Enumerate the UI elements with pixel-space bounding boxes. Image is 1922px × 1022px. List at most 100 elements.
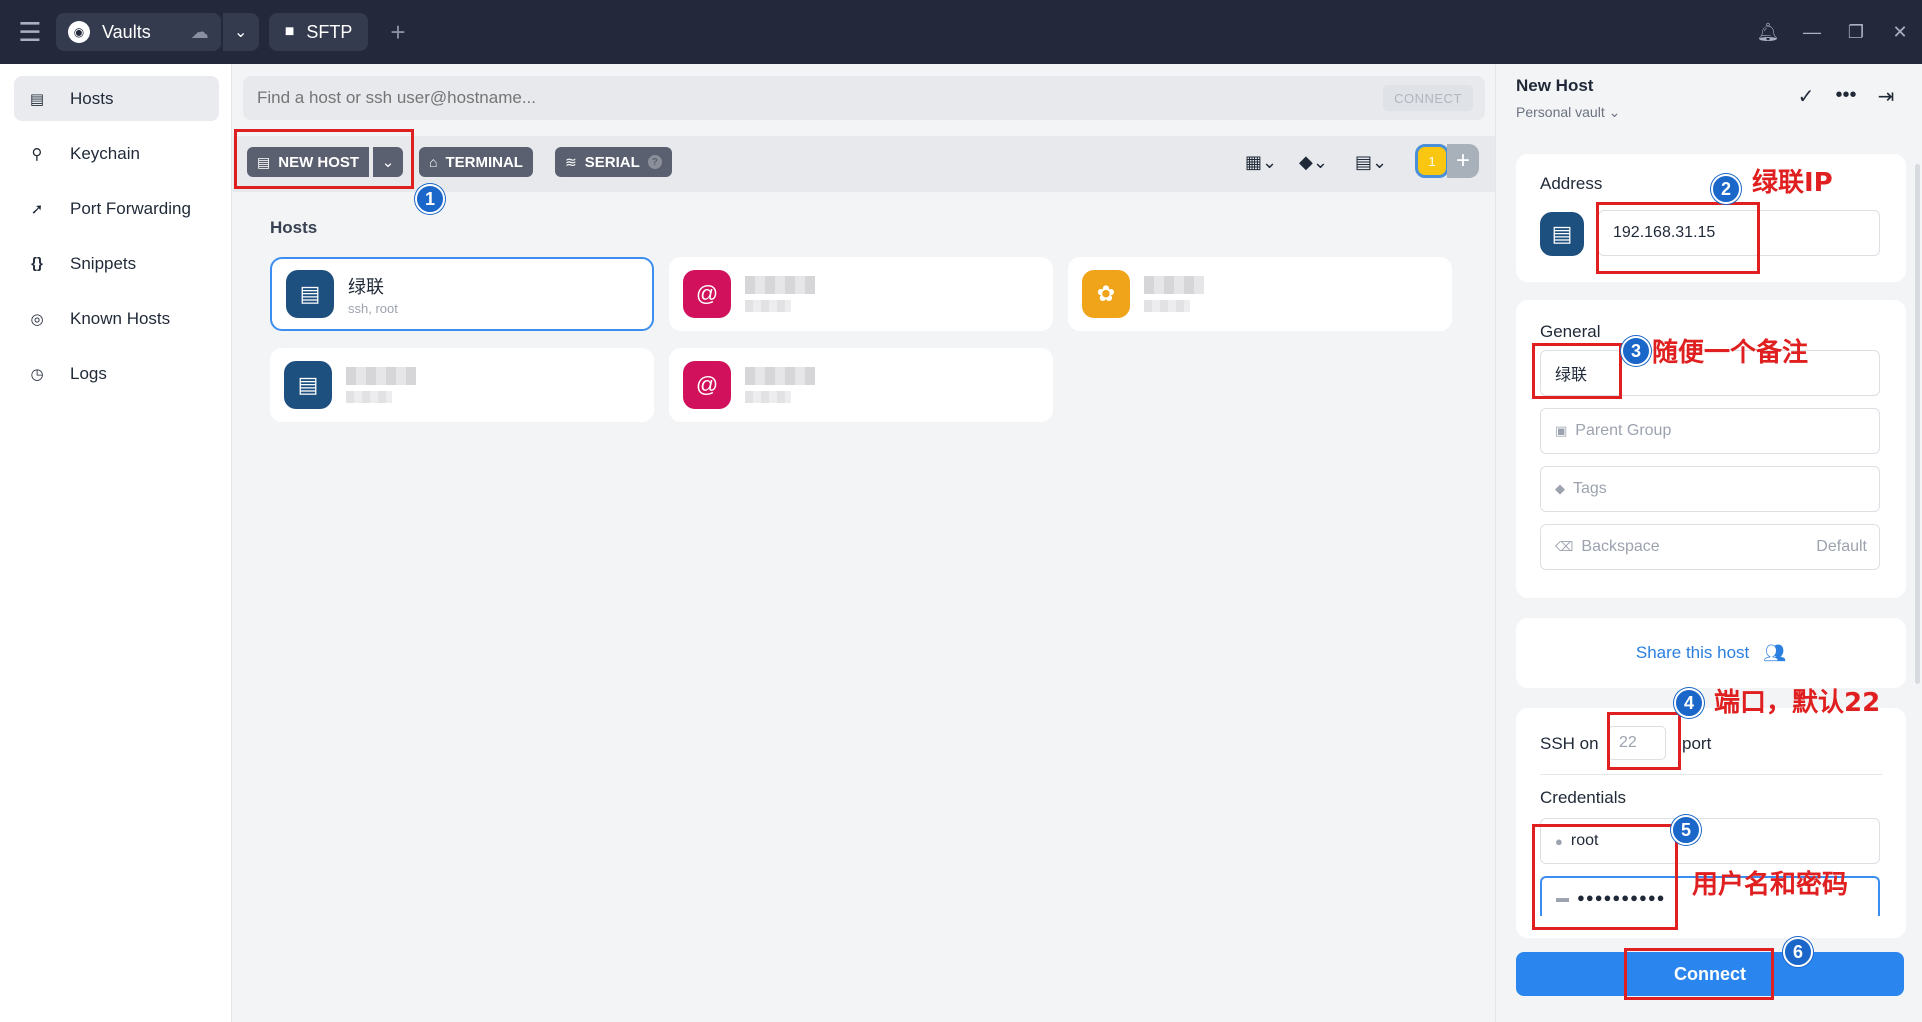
cloud-icon: ☁ [190, 21, 209, 42]
new-host-dropdown-chevron-icon[interactable]: ⌄ [373, 147, 403, 177]
address-input[interactable]: 192.168.31.15 [1598, 210, 1880, 256]
panel-scrollbar[interactable] [1915, 164, 1920, 684]
blurred-host-subtitle [1144, 300, 1190, 312]
hosts-icon: ▤ [29, 90, 45, 108]
sidebar-item-logs[interactable]: ◷ Logs [14, 351, 219, 396]
title-bar: ☰ ◉ Vaults ☁ ⌄ ■ SFTP + 🔔︎ — ❐ ✕ [0, 0, 1922, 64]
annotation-number: 5 [1671, 815, 1701, 845]
sidebar-item-keychain[interactable]: ⚲ Keychain [14, 131, 219, 176]
grid-view-icon[interactable]: ▦⌄ [1245, 152, 1277, 173]
restore-icon[interactable]: ❐ [1834, 22, 1878, 43]
tag-icon: ◆ [1555, 481, 1565, 496]
annotation-number: 1 [415, 184, 445, 214]
address-card: Address ▤ 192.168.31.15 [1516, 154, 1906, 282]
help-icon: ? [647, 155, 662, 169]
sidebar-item-port-forwarding[interactable]: ➚ Port Forwarding [14, 186, 219, 231]
new-host-button[interactable]: ▤ NEW HOST [247, 147, 370, 177]
backspace-select[interactable]: ⌫ Backspace Default [1540, 524, 1880, 570]
blurred-host-name [745, 276, 815, 294]
connect-button[interactable]: Connect [1516, 952, 1904, 996]
add-tab-icon[interactable]: + [390, 17, 405, 48]
share-host-button[interactable]: Share this host 👥︎ [1516, 618, 1906, 688]
blurred-host-subtitle [745, 300, 791, 312]
sidebar-item-label: Port Forwarding [70, 198, 191, 218]
collapse-panel-icon[interactable]: ⇥ [1866, 84, 1906, 109]
sftp-tab-label: SFTP [306, 21, 353, 42]
annotation-text: 随便一个备注 [1652, 338, 1809, 368]
sidebar-item-known-hosts[interactable]: ◎ Known Hosts [14, 296, 219, 341]
vault-selector[interactable]: Personal vault ⌄ [1516, 104, 1620, 121]
parent-group-placeholder: Parent Group [1575, 422, 1672, 439]
hosts-toolbar: ▤ NEW HOST ⌄ ⌂ TERMINAL ≋ SERIAL ? ▦⌄ ◆⌄… [233, 136, 1495, 192]
add-member-icon[interactable]: + [1447, 144, 1479, 178]
vaults-dropdown-chevron-icon[interactable]: ⌄ [222, 13, 259, 51]
clock-icon: ◷ [30, 365, 44, 383]
serial-button[interactable]: ≋ SERIAL ? [555, 147, 672, 177]
server-icon: ▤ [284, 361, 332, 409]
divider [1540, 774, 1882, 775]
port-placeholder: 22 [1619, 734, 1637, 751]
vault-logo-icon: ◉ [68, 21, 90, 43]
menu-icon[interactable]: ☰ [0, 0, 60, 64]
terminal-button[interactable]: ⌂ TERMINAL [419, 147, 533, 177]
tags-placeholder: Tags [1573, 480, 1607, 497]
terminal-icon: ⌂ [429, 154, 438, 170]
host-name: 绿联 [348, 276, 384, 297]
sidebar-item-hosts[interactable]: ▤ Hosts [14, 76, 219, 121]
backspace-label: Backspace [1581, 538, 1660, 555]
sidebar-item-label: Snippets [70, 253, 137, 273]
port-forward-icon: ➚ [30, 200, 44, 218]
minimize-icon[interactable]: — [1790, 22, 1834, 43]
blurred-host-name [745, 367, 815, 385]
backspace-value: Default [1816, 538, 1867, 555]
tags-input[interactable]: ◆ Tags [1540, 466, 1880, 512]
server-icon: ▤ [286, 270, 334, 318]
label-value: 绿联 [1555, 367, 1588, 384]
serial-icon: ≋ [565, 153, 577, 170]
panel-title: New Host [1516, 76, 1594, 95]
password-icon: ▬ [1556, 889, 1569, 905]
host-card[interactable]: ▤ 绿联 ssh, root [270, 257, 654, 331]
check-icon[interactable]: ✓ [1786, 84, 1826, 109]
address-value: 192.168.31.15 [1613, 224, 1716, 241]
vaults-tab[interactable]: ◉ Vaults ☁ [56, 13, 221, 51]
key-icon: ⚲ [31, 145, 43, 163]
more-icon[interactable]: ••• [1826, 84, 1866, 109]
backspace-icon: ⌫ [1555, 539, 1574, 554]
host-card[interactable]: @ [669, 257, 1053, 331]
annotation-text: 绿联IP [1752, 168, 1833, 198]
general-label: General [1540, 322, 1601, 341]
sidebar-item-snippets[interactable]: {} Snippets [14, 241, 219, 286]
annotation-text: 用户名和密码 [1692, 870, 1849, 900]
vault-selector-label: Personal vault [1516, 104, 1605, 120]
host-card[interactable]: @ [669, 348, 1053, 422]
bell-icon[interactable]: 🔔︎ [1746, 22, 1790, 43]
blurred-host-subtitle [346, 391, 392, 403]
share-card: Share this host 👥︎ [1516, 618, 1906, 688]
search-bar: CONNECT [243, 76, 1485, 120]
tag-filter-icon[interactable]: ◆⌄ [1299, 152, 1328, 173]
user-badge[interactable]: 1 [1415, 144, 1449, 178]
search-connect-button[interactable]: CONNECT [1383, 85, 1473, 111]
sort-icon[interactable]: ▤⌄ [1355, 152, 1387, 173]
folder-icon: ■ [284, 23, 295, 40]
sidebar-item-label: Logs [70, 363, 107, 383]
users-icon: 👥︎ [1763, 642, 1787, 663]
blurred-host-subtitle [745, 391, 791, 403]
ssh-on-label: SSH on [1540, 734, 1599, 753]
host-card[interactable]: ✿ [1068, 257, 1452, 331]
annotation-text: 端口，默认22 [1714, 688, 1881, 718]
sidebar-item-label: Keychain [70, 143, 140, 163]
fingerprint-icon: ◎ [30, 310, 44, 328]
server-icon: ▤ [257, 153, 271, 170]
chevron-down-icon: ⌄ [1608, 104, 1621, 120]
host-card[interactable]: ▤ [270, 348, 654, 422]
port-input[interactable]: 22 [1608, 726, 1666, 760]
search-input[interactable] [257, 88, 1383, 108]
user-icon: ● [1555, 833, 1563, 849]
sftp-tab[interactable]: ■ SFTP [268, 13, 369, 51]
address-label: Address [1540, 174, 1603, 193]
username-input[interactable]: ● root [1540, 818, 1880, 864]
close-icon[interactable]: ✕ [1878, 22, 1922, 43]
parent-group-input[interactable]: ▣ Parent Group [1540, 408, 1880, 454]
